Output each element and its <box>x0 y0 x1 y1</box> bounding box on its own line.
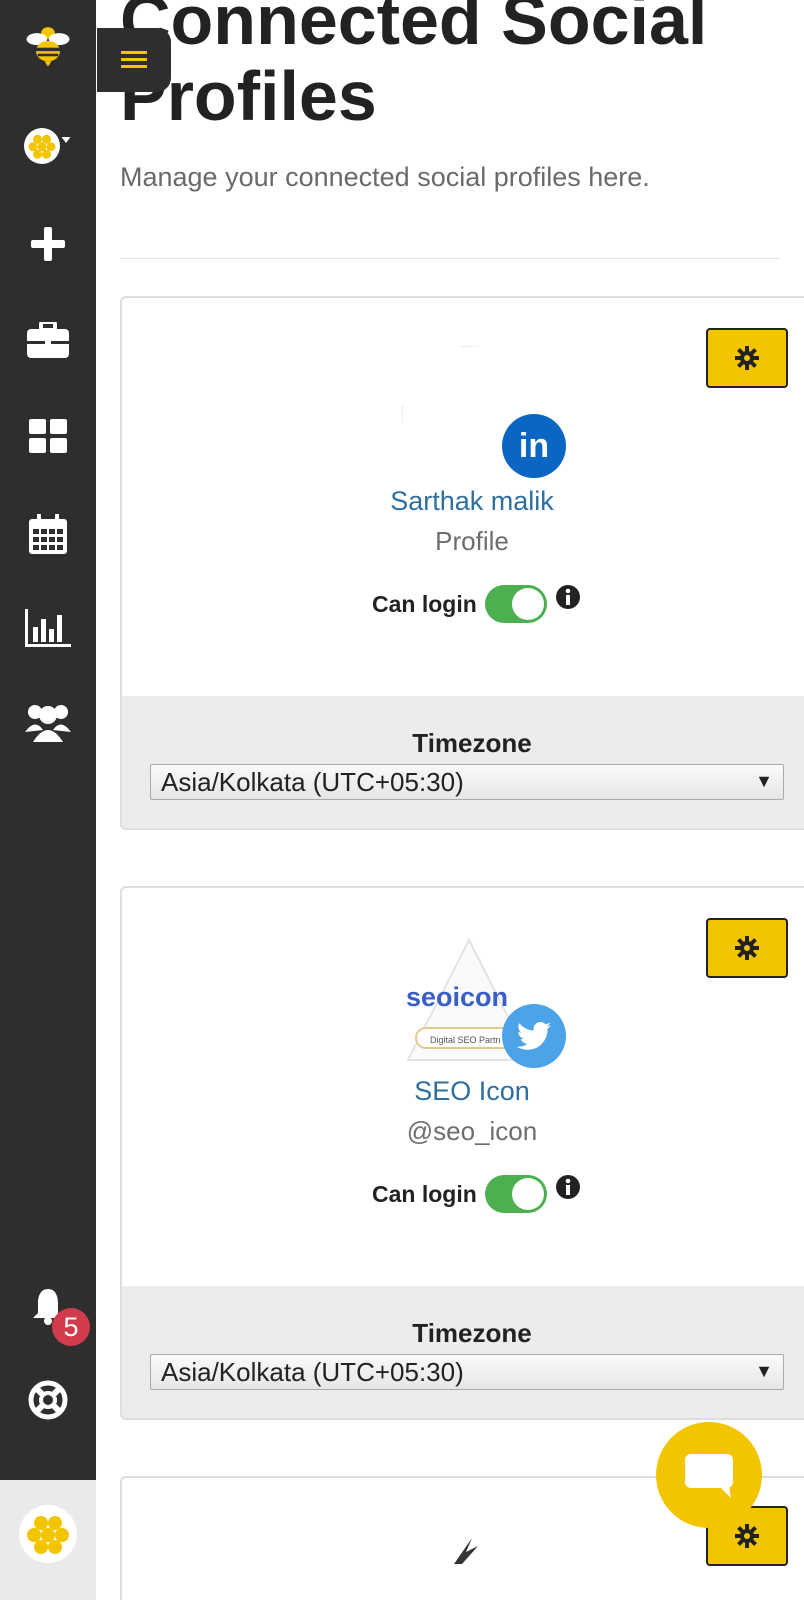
hamburger-icon <box>121 51 147 68</box>
profile-settings-button[interactable] <box>706 918 788 978</box>
timezone-label: Timezone <box>412 1318 532 1348</box>
profile-card-linkedin: in Sarthak malik Profile Can login Timez… <box>120 296 804 830</box>
bee-logo-icon[interactable] <box>24 22 72 70</box>
info-icon[interactable] <box>555 1174 581 1200</box>
gear-icon <box>735 1524 759 1548</box>
profile-subtitle: Profile <box>435 526 509 556</box>
profile-avatar-partial <box>454 1538 478 1564</box>
gear-icon <box>735 936 759 960</box>
twitter-icon <box>502 1004 566 1068</box>
workspace-switcher[interactable] <box>24 122 72 170</box>
timezone-value: Asia/Kolkata (UTC+05:30) <box>161 766 464 797</box>
briefcase-icon[interactable] <box>24 316 72 364</box>
dashboard-icon[interactable] <box>24 412 72 460</box>
seoicon-logo-text: seoicon <box>406 982 508 1012</box>
profile-name[interactable]: Sarthak malik <box>122 486 804 517</box>
account-avatar-icon[interactable] <box>18 1504 78 1564</box>
main-content: Connected Social Profiles Manage your co… <box>96 0 804 1600</box>
timezone-select[interactable]: Asia/Kolkata (UTC+05:30) ▼ <box>150 1354 784 1390</box>
can-login-toggle[interactable] <box>484 1175 547 1213</box>
timezone-select[interactable]: Asia/Kolkata (UTC+05:30) ▼ <box>150 764 784 800</box>
can-login-row: Can login <box>372 1174 581 1214</box>
seoicon-logo-tagline: Digital SEO Partn <box>430 1035 501 1045</box>
can-login-row: Can login <box>372 584 581 624</box>
timezone-label: Timezone <box>412 728 532 758</box>
sidebar: 5 <box>0 0 96 1480</box>
timezone-value: Asia/Kolkata (UTC+05:30) <box>161 1356 464 1387</box>
lifebuoy-help-icon[interactable] <box>24 1376 72 1424</box>
divider <box>120 258 780 259</box>
timezone-section: Timezone Asia/Kolkata (UTC+05:30) ▼ <box>122 1286 804 1418</box>
linkedin-icon: in <box>502 414 566 478</box>
plus-icon[interactable] <box>24 220 72 268</box>
analytics-icon[interactable] <box>24 604 72 652</box>
timezone-section: Timezone Asia/Kolkata (UTC+05:30) ▼ <box>122 696 804 828</box>
sidebar-footer <box>0 1480 96 1600</box>
notification-badge[interactable]: 5 <box>52 1308 90 1346</box>
team-icon[interactable] <box>24 698 72 746</box>
can-login-toggle[interactable] <box>484 585 547 623</box>
dropdown-arrow-icon: ▼ <box>755 1361 773 1381</box>
page-title: Connected Social Profiles <box>120 0 708 135</box>
menu-toggle-button[interactable] <box>97 28 171 92</box>
profile-settings-button[interactable] <box>706 328 788 388</box>
chat-support-button[interactable] <box>656 1422 762 1528</box>
profile-name[interactable]: SEO Icon <box>122 1076 804 1107</box>
info-icon[interactable] <box>555 584 581 610</box>
profile-card-twitter: seoicon Digital SEO Partn SEO Icon @seo_… <box>120 886 804 1420</box>
dropdown-arrow-icon: ▼ <box>755 771 773 791</box>
page-subtitle: Manage your connected social profiles he… <box>120 162 650 192</box>
chat-bubble-icon <box>685 1454 733 1498</box>
calendar-icon[interactable] <box>24 510 72 558</box>
can-login-label: Can login <box>372 1180 477 1207</box>
can-login-label: Can login <box>372 590 477 617</box>
gear-icon <box>735 346 759 370</box>
profile-subtitle: @seo_icon <box>406 1116 538 1146</box>
